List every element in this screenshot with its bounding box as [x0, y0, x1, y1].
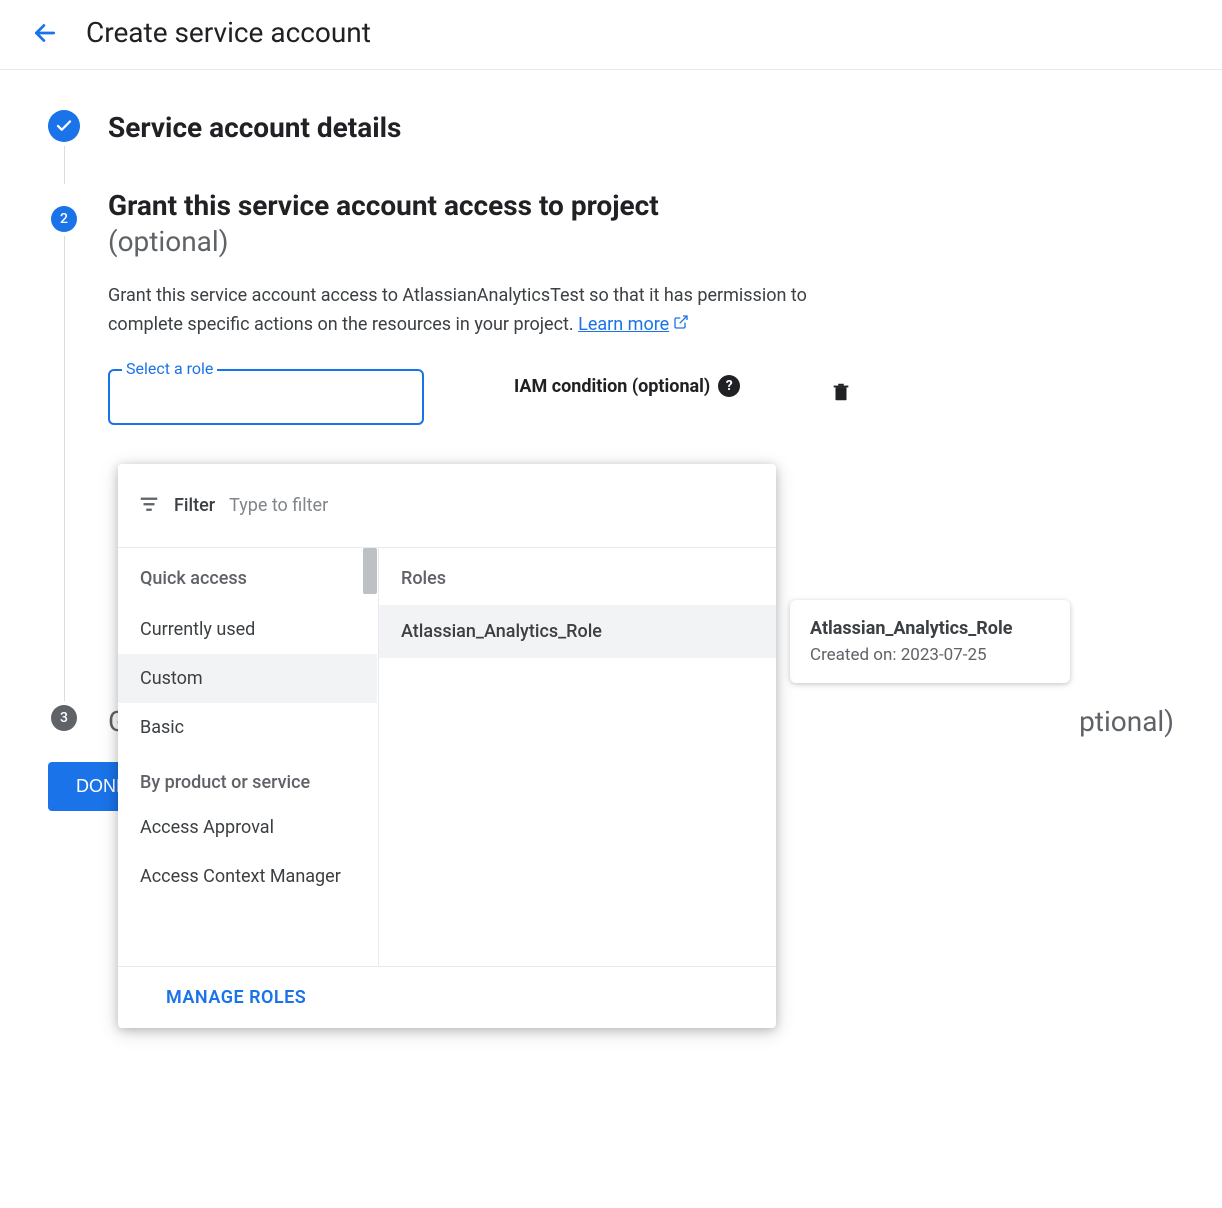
topbar: Create service account — [0, 0, 1222, 70]
step-1[interactable]: Service account details — [48, 110, 1174, 188]
page-title: Create service account — [86, 16, 371, 49]
manage-roles-link[interactable]: MANAGE ROLES — [166, 987, 306, 1008]
role-row: Select a role IAM condition (optional) ? — [108, 369, 1174, 425]
quick-access-header: Quick access — [118, 548, 377, 605]
iam-condition-label: IAM condition (optional) — [514, 376, 710, 397]
role-tooltip-card: Atlassian_Analytics_Role Created on: 202… — [790, 600, 1070, 683]
role-dropdown-panel: Filter Type to filter Quick access Curre… — [118, 464, 776, 1028]
tooltip-created-date: Created on: 2023-07-25 — [810, 645, 1050, 665]
filter-label: Filter — [174, 495, 215, 516]
step2-optional: (optional) — [108, 225, 1174, 258]
dropdown-body: Quick access Currently used Custom Basic… — [118, 548, 776, 966]
category-basic[interactable]: Basic — [118, 703, 377, 752]
role-select-label: Select a role — [122, 359, 217, 378]
step2-description: Grant this service account access to Atl… — [108, 282, 868, 340]
step3-number-badge: 3 — [51, 705, 77, 731]
learn-more-link[interactable]: Learn more — [578, 314, 689, 335]
roles-header: Roles — [379, 548, 776, 605]
by-product-header: By product or service — [118, 752, 377, 803]
external-link-icon — [673, 311, 689, 340]
dropdown-categories: Quick access Currently used Custom Basic… — [118, 548, 378, 966]
step2-number-badge: 2 — [51, 206, 77, 232]
dropdown-footer: MANAGE ROLES — [118, 966, 776, 1028]
step-connector — [64, 236, 65, 701]
checkmark-icon — [48, 110, 80, 142]
filter-icon — [138, 493, 160, 519]
iam-condition: IAM condition (optional) ? — [514, 375, 740, 397]
step1-title: Service account details — [108, 110, 1174, 146]
step2-desc-text: Grant this service account access to Atl… — [108, 285, 807, 335]
filter-input[interactable]: Type to filter — [229, 495, 328, 516]
delete-icon[interactable] — [830, 381, 852, 407]
role-item-atlassian-analytics[interactable]: Atlassian_Analytics_Role — [379, 605, 776, 658]
category-currently-used[interactable]: Currently used — [118, 605, 377, 654]
help-icon[interactable]: ? — [718, 375, 740, 397]
back-arrow-icon[interactable] — [32, 20, 58, 46]
category-access-context-manager[interactable]: Access Context Manager — [118, 852, 377, 901]
step2-title: Grant this service account access to pro… — [108, 188, 1174, 224]
role-select[interactable]: Select a role — [108, 369, 424, 425]
category-custom[interactable]: Custom — [118, 654, 377, 703]
tooltip-title: Atlassian_Analytics_Role — [810, 618, 1050, 639]
category-access-approval[interactable]: Access Approval — [118, 803, 377, 852]
step-connector — [64, 146, 65, 184]
step3-title-suffix: ptional) — [1079, 705, 1174, 738]
dropdown-roles: Roles Atlassian_Analytics_Role — [378, 548, 776, 966]
filter-bar[interactable]: Filter Type to filter — [118, 464, 776, 548]
